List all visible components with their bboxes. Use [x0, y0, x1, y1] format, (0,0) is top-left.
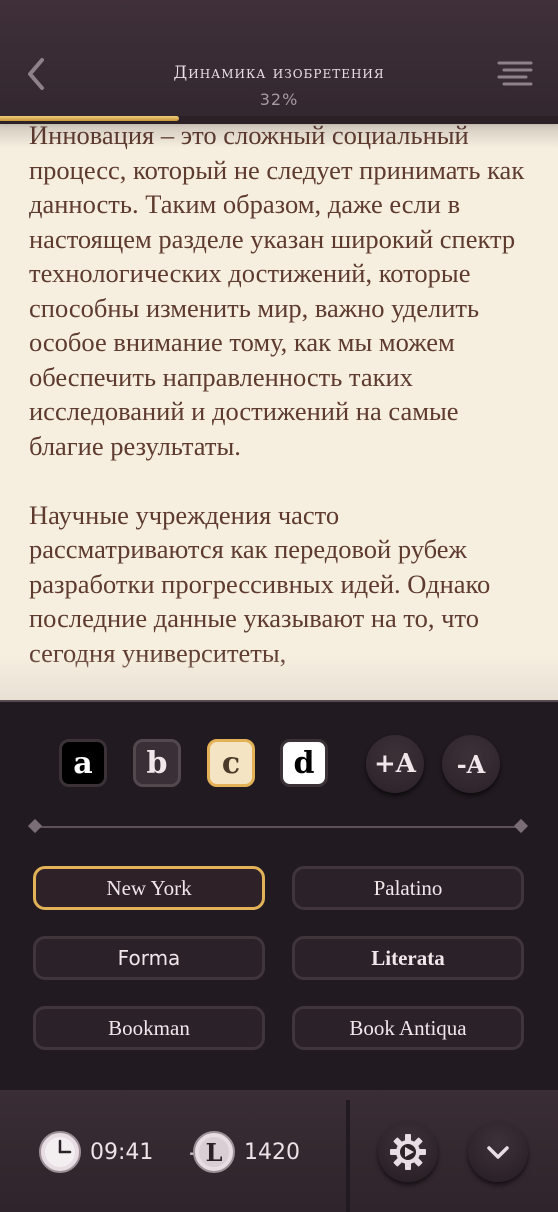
- reading-area[interactable]: Инновация – это сложный социальный проце…: [0, 118, 558, 700]
- theme-dark-button[interactable]: a: [59, 739, 107, 787]
- font-size-slider[interactable]: [36, 826, 522, 828]
- bottom-bar: 09:41 + L 1420: [0, 1090, 558, 1212]
- bottom-shadow: [0, 654, 558, 700]
- top-bar: Динамика изобретения 32%: [0, 0, 558, 118]
- theme-dim-button[interactable]: b: [133, 739, 181, 787]
- svg-text:L: L: [206, 1138, 223, 1167]
- slider-min-handle[interactable]: [27, 818, 43, 834]
- chevron-down-icon: [487, 1146, 509, 1159]
- reading-progress-percent: 32%: [259, 90, 299, 109]
- slider-max-handle[interactable]: [513, 818, 529, 834]
- theme-light-button[interactable]: d: [280, 739, 328, 787]
- coin-balance: 1420: [244, 1140, 300, 1165]
- font-forma-button[interactable]: Forma: [33, 936, 265, 980]
- collapse-panel-button[interactable]: [468, 1122, 528, 1182]
- font-bookman-button[interactable]: Bookman: [33, 1006, 265, 1050]
- coin-icon: + L: [188, 1131, 235, 1173]
- divider: [346, 1100, 350, 1212]
- increase-font-size-button[interactable]: +A: [366, 735, 424, 793]
- paragraph: Инновация – это сложный социальный проце…: [29, 120, 525, 461]
- table-of-contents-button[interactable]: [496, 58, 534, 92]
- reading-progress-bar: [0, 116, 558, 124]
- book-title: Динамика изобретения: [173, 63, 385, 83]
- font-palatino-button[interactable]: Palatino: [292, 866, 524, 910]
- reading-settings-panel: a b c d +A -A New York Palatino Forma Li…: [0, 700, 558, 1092]
- font-new-york-button[interactable]: New York: [33, 866, 265, 910]
- paragraph: Научные учреждения часто рассматриваются…: [29, 499, 491, 668]
- list-icon: [497, 61, 533, 86]
- gear-icon: [390, 1134, 426, 1170]
- reading-progress-fill: [0, 116, 179, 121]
- time-display: 09:41: [90, 1140, 154, 1165]
- font-literata-button[interactable]: Literata: [292, 936, 524, 980]
- clock-icon: [39, 1131, 81, 1173]
- settings-button[interactable]: [378, 1122, 438, 1182]
- font-book-antiqua-button[interactable]: Book Antiqua: [292, 1006, 524, 1050]
- theme-sepia-button[interactable]: c: [207, 739, 255, 787]
- decrease-font-size-button[interactable]: -A: [442, 735, 500, 793]
- book-text: Инновация – это сложный социальный проце…: [29, 118, 534, 700]
